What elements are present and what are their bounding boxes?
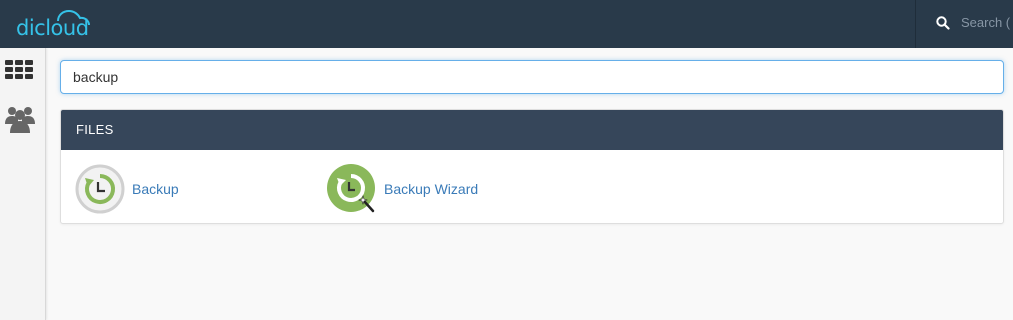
grid-icon: [5, 60, 33, 79]
sidebar: [0, 48, 46, 320]
backup-link[interactable]: Backup: [75, 164, 179, 214]
backup-wizard-link[interactable]: Backup Wizard: [327, 164, 478, 214]
global-search[interactable]: Search ( / ): [915, 0, 1013, 48]
backup-label: Backup: [132, 181, 179, 197]
brand-logo[interactable]: dicloud: [14, 6, 94, 40]
files-panel: FILES Backup Backup Wizard: [60, 109, 1004, 224]
backup-wizard-label: Backup Wizard: [384, 181, 479, 197]
sidebar-item-users[interactable]: [4, 102, 36, 134]
users-icon: [5, 107, 35, 133]
tool-search-input[interactable]: [61, 61, 1003, 93]
search-icon: [936, 16, 950, 30]
top-navbar: dicloud Search ( / ): [0, 0, 1013, 48]
sidebar-item-tools[interactable]: [4, 56, 36, 88]
files-panel-header: FILES: [61, 110, 1003, 150]
backup-icon: [75, 164, 125, 214]
brand-name: dicloud: [16, 16, 89, 40]
backup-wizard-icon: [327, 164, 377, 214]
global-search-placeholder: Search ( / ): [961, 15, 1013, 30]
tool-search-field[interactable]: [60, 60, 1004, 94]
